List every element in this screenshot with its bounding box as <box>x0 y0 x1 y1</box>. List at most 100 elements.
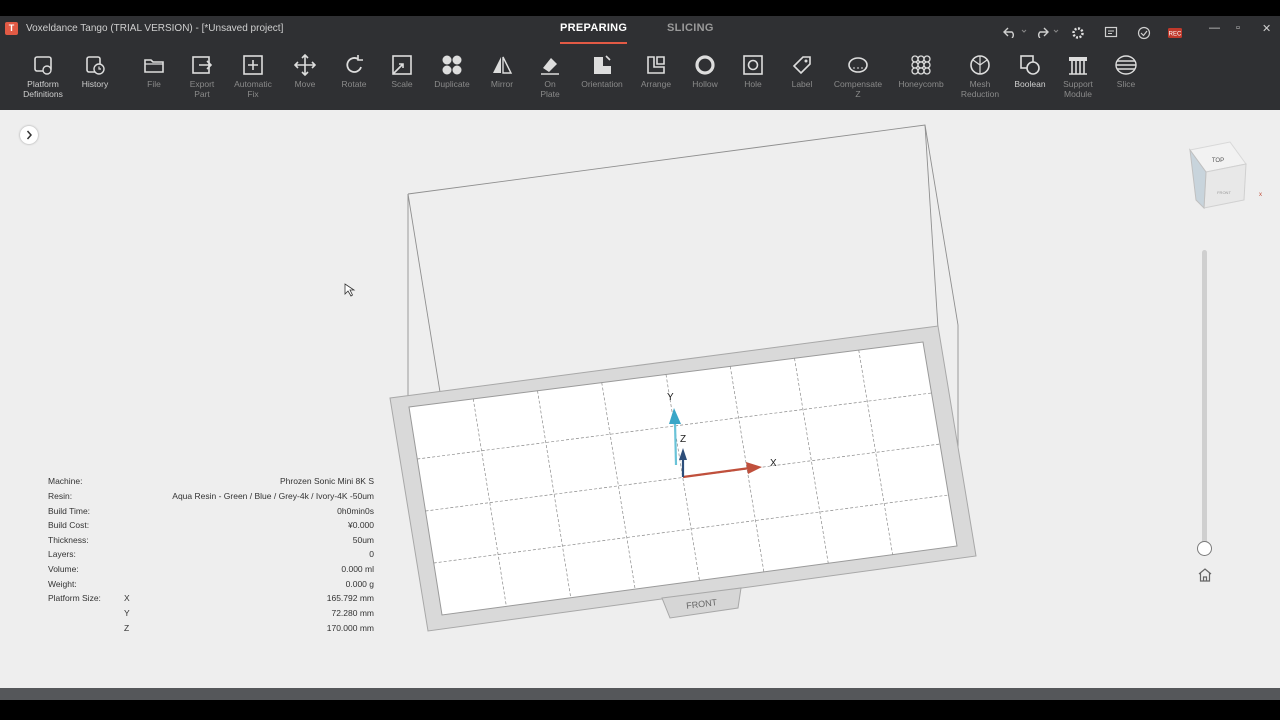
info-value: 165.792 mm <box>326 593 374 603</box>
tool-label: Slice <box>1116 79 1136 89</box>
move-icon <box>294 54 316 76</box>
update-icon[interactable] <box>1137 26 1151 40</box>
tool-label: Duplicate <box>434 79 470 89</box>
mesh-reduction-icon <box>970 55 990 75</box>
redo-icon[interactable] <box>1035 26 1049 38</box>
maximize-button[interactable]: ▫ <box>1236 22 1240 34</box>
info-value: Phrozen Sonic Mini 8K S <box>279 476 374 486</box>
tool-label: Label <box>791 79 813 89</box>
3d-viewport[interactable]: FRONT X Y Z TOP FRONT x Machine: Phrozen… <box>0 110 1280 688</box>
undo-icon[interactable] <box>1003 26 1017 38</box>
title-bar: T Voxeldance Tango (TRIAL VERSION) - [*U… <box>0 16 1280 44</box>
info-value: 0.000 ml <box>341 564 374 574</box>
info-key: Weight: <box>48 579 77 589</box>
home-view-icon[interactable] <box>1196 566 1214 584</box>
tool-label: History <box>81 79 109 89</box>
navcube-top-label: TOP <box>1212 158 1224 164</box>
record-icon[interactable]: REC <box>1167 27 1183 39</box>
axis-x-label: X <box>770 458 777 469</box>
tool-export-part[interactable]: Export Part <box>176 54 228 99</box>
slice-icon <box>1115 55 1137 75</box>
info-row: Build Time: 0h0min0s <box>48 506 374 518</box>
tool-mirror[interactable]: Mirror <box>476 54 528 89</box>
tool-label[interactable]: Label <box>776 54 828 89</box>
window-title: Voxeldance Tango (TRIAL VERSION) - [*Uns… <box>26 23 284 34</box>
orientation-icon <box>594 55 611 74</box>
info-value: Aqua Resin - Green / Blue / Grey-4k / Iv… <box>172 491 374 501</box>
tool-boolean[interactable]: Boolean <box>1004 54 1056 89</box>
undo-dropdown-icon[interactable] <box>1021 28 1027 34</box>
tool-label: Mesh Reduction <box>960 79 1000 99</box>
axis-z-label: Z <box>680 434 686 445</box>
boolean-icon <box>1020 55 1040 75</box>
plus-box-icon <box>243 55 263 75</box>
bottom-border <box>0 700 1280 720</box>
info-key: Resin: <box>48 491 73 501</box>
tool-duplicate[interactable]: Duplicate <box>426 54 478 89</box>
tool-slice[interactable]: Slice <box>1100 54 1152 89</box>
app-logo-icon: T <box>5 22 18 35</box>
tool-label: Rotate <box>341 79 367 89</box>
cursor-icon <box>344 283 356 297</box>
tool-label: Compensate Z <box>833 79 883 99</box>
info-key: Platform Size: <box>48 593 101 603</box>
tool-scale[interactable]: Scale <box>376 54 428 89</box>
info-row: Build Cost: ¥0.000 <box>48 520 374 532</box>
info-value: ¥0.000 <box>348 520 374 530</box>
info-row: Machine: Phrozen Sonic Mini 8K S <box>48 476 374 488</box>
info-row: Thickness: 50um <box>48 535 374 547</box>
info-value: 0h0min0s <box>337 506 374 516</box>
navigation-cube[interactable]: TOP FRONT x <box>1188 140 1268 210</box>
layer-slider-track[interactable] <box>1202 250 1207 545</box>
tool-label: Export Part <box>189 79 215 99</box>
tab-preparing[interactable]: PREPARING <box>560 22 628 44</box>
tool-move[interactable]: Move <box>279 54 331 89</box>
tool-history[interactable]: History <box>69 54 121 89</box>
compensate-icon <box>848 57 868 73</box>
folder-icon <box>144 59 164 73</box>
tool-support-module[interactable]: Support Module <box>1052 54 1104 99</box>
info-key: Layers: <box>48 549 76 559</box>
tool-arrange[interactable]: Arrange <box>630 54 682 89</box>
tool-hollow[interactable]: Hollow <box>679 54 731 89</box>
info-axis: Y <box>124 608 130 618</box>
hollow-icon <box>695 55 715 75</box>
navcube-front-label: FRONT <box>1217 190 1231 195</box>
tool-orientation[interactable]: Orientation <box>576 54 628 89</box>
info-key: Machine: <box>48 476 83 486</box>
info-key: Volume: <box>48 564 79 574</box>
duplicate-icon <box>442 55 462 75</box>
layer-slider-handle[interactable] <box>1197 541 1212 556</box>
info-row: Platform Size: X 165.792 mm <box>48 593 374 605</box>
close-button[interactable]: ✕ <box>1262 22 1271 35</box>
support-icon <box>1069 57 1087 75</box>
tab-slicing[interactable]: SLICING <box>667 22 714 44</box>
tool-label: Move <box>294 79 316 89</box>
tool-automatic-fix[interactable]: Automatic Fix <box>227 54 279 99</box>
info-row: Layers: 0 <box>48 549 374 561</box>
message-icon[interactable] <box>1104 26 1118 40</box>
info-axis: Z <box>124 623 130 633</box>
minimize-button[interactable]: — <box>1209 22 1220 34</box>
arrange-icon <box>647 56 665 74</box>
tool-on-plate[interactable]: On Plate <box>524 54 576 99</box>
tool-label: Mirror <box>490 79 514 89</box>
tool-label: On Plate <box>540 79 560 99</box>
tool-platform-definitions[interactable]: Platform Definitions <box>17 54 69 99</box>
tool-hole[interactable]: Hole <box>727 54 779 89</box>
info-row: Weight: 0.000 g <box>48 579 374 591</box>
on-plate-icon <box>541 58 559 75</box>
tool-label: Arrange <box>640 79 672 89</box>
tool-file[interactable]: File <box>128 54 180 89</box>
tool-compensate-z[interactable]: Compensate Z <box>832 54 884 99</box>
tool-rotate[interactable]: Rotate <box>328 54 380 89</box>
settings-icon[interactable] <box>1071 26 1085 40</box>
honeycomb-icon <box>911 55 931 75</box>
main-toolbar: Platform Definitions History File Export Part… <box>0 44 1280 110</box>
tool-label: Boolean <box>1014 79 1046 89</box>
tool-mesh-reduction[interactable]: Mesh Reduction <box>954 54 1006 99</box>
info-row: Volume: 0.000 ml <box>48 564 374 576</box>
tool-honeycomb[interactable]: Honeycomb <box>895 54 947 89</box>
label-icon <box>792 56 811 75</box>
redo-dropdown-icon[interactable] <box>1053 28 1059 34</box>
